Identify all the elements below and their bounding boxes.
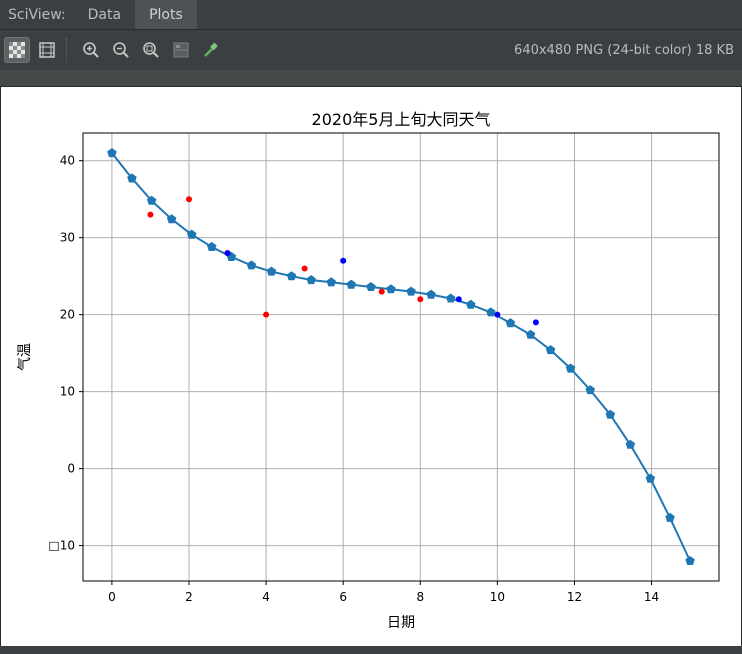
- scatter-point: [186, 196, 192, 203]
- x-tick-label: 14: [644, 590, 659, 604]
- scatter-point: [494, 311, 501, 318]
- line-marker: [645, 473, 656, 483]
- scatter-point: [378, 288, 385, 295]
- y-axis-label: 气温: [17, 343, 33, 371]
- tab-data[interactable]: Data: [74, 0, 135, 29]
- line-marker: [306, 275, 316, 285]
- grid-lines: [83, 133, 719, 581]
- y-tick-label: 30: [60, 231, 75, 245]
- line-marker: [426, 289, 436, 299]
- image-info: 640x480 PNG (24-bit color) 18 KB: [514, 42, 734, 58]
- line-marker: [685, 556, 695, 565]
- sciview-label: SciView:: [8, 6, 66, 23]
- x-axis-label: 日期: [387, 615, 415, 631]
- scatter-point: [417, 296, 424, 303]
- color-picker-icon: [204, 42, 218, 57]
- weather-line-chart: 0 2 4 6 8 10 12 14 □10 0 10 20 30 40 2020年5月上旬大同天气 日期…: [17, 110, 720, 631]
- x-tick-label: 6: [339, 590, 347, 604]
- scatter-point: [263, 311, 270, 318]
- scatter-point: [532, 319, 539, 326]
- line-marker: [346, 279, 356, 289]
- chart-title: 2020年5月上旬大同天气: [312, 110, 491, 129]
- image-toolbar: 640x480 PNG (24-bit color) 18 KB: [0, 30, 742, 70]
- line-marker: [525, 329, 536, 339]
- line-marker: [326, 277, 336, 287]
- line-marker: [446, 293, 456, 303]
- fit-grid-icon: [39, 42, 55, 58]
- zoom-in-icon: [83, 42, 99, 58]
- zoom-out-icon: [113, 42, 129, 58]
- x-tick-label: 10: [490, 590, 505, 604]
- actual-size-button[interactable]: [138, 37, 164, 63]
- line-marker: [386, 284, 396, 294]
- line-marker: [466, 299, 476, 309]
- sciview-tab-bar: SciView: Data Plots: [0, 0, 742, 30]
- x-tick-label: 2: [185, 590, 193, 604]
- plot-frame: [82, 132, 720, 582]
- grid-toggle-icon: [173, 42, 189, 58]
- line-marker: [246, 260, 257, 270]
- line-marker: [505, 318, 516, 328]
- zoom-out-button[interactable]: [108, 37, 134, 63]
- y-tick-label: 20: [60, 308, 75, 322]
- bottom-border: [0, 646, 742, 654]
- line-marker: [406, 286, 416, 296]
- y-tick-label: □10: [48, 539, 75, 553]
- y-tick-label: 40: [60, 154, 75, 168]
- data-series: [107, 148, 695, 565]
- scatter-point: [340, 257, 347, 264]
- axis-ticks: 0 2 4 6 8 10 12 14 □10 0 10 20 30 40: [48, 154, 659, 604]
- scatter-point: [301, 265, 308, 272]
- line-marker: [286, 271, 297, 281]
- toolbar-separator: [66, 38, 68, 62]
- tab-plots[interactable]: Plots: [135, 0, 197, 29]
- y-tick-label: 0: [67, 462, 75, 476]
- scatter-point: [147, 211, 154, 218]
- line-marker: [207, 241, 217, 251]
- zoom-in-button[interactable]: [78, 37, 104, 63]
- checkerboard-button[interactable]: [4, 37, 30, 63]
- x-tick-label: 12: [567, 590, 582, 604]
- x-tick-label: 8: [416, 590, 424, 604]
- y-tick-label: 10: [60, 385, 75, 399]
- line-marker: [665, 512, 675, 522]
- checkerboard-icon: [9, 42, 25, 58]
- actual-size-icon: [143, 42, 159, 58]
- canvas-top-strip: [0, 70, 742, 86]
- line-marker: [266, 266, 277, 276]
- x-tick-label: 0: [108, 590, 116, 604]
- fit-grid-button[interactable]: [34, 37, 60, 63]
- grid-toggle-button[interactable]: [168, 37, 194, 63]
- color-picker-button[interactable]: [198, 37, 224, 63]
- x-tick-label: 4: [262, 590, 270, 604]
- temperature-line: [111, 152, 692, 562]
- scatter-point: [224, 250, 231, 257]
- scatter-point: [455, 296, 462, 303]
- line-marker: [366, 282, 376, 291]
- plot-image-canvas: 0 2 4 6 8 10 12 14 □10 0 10 20 30 40 2020年5月上旬大同天气 日期…: [0, 86, 742, 648]
